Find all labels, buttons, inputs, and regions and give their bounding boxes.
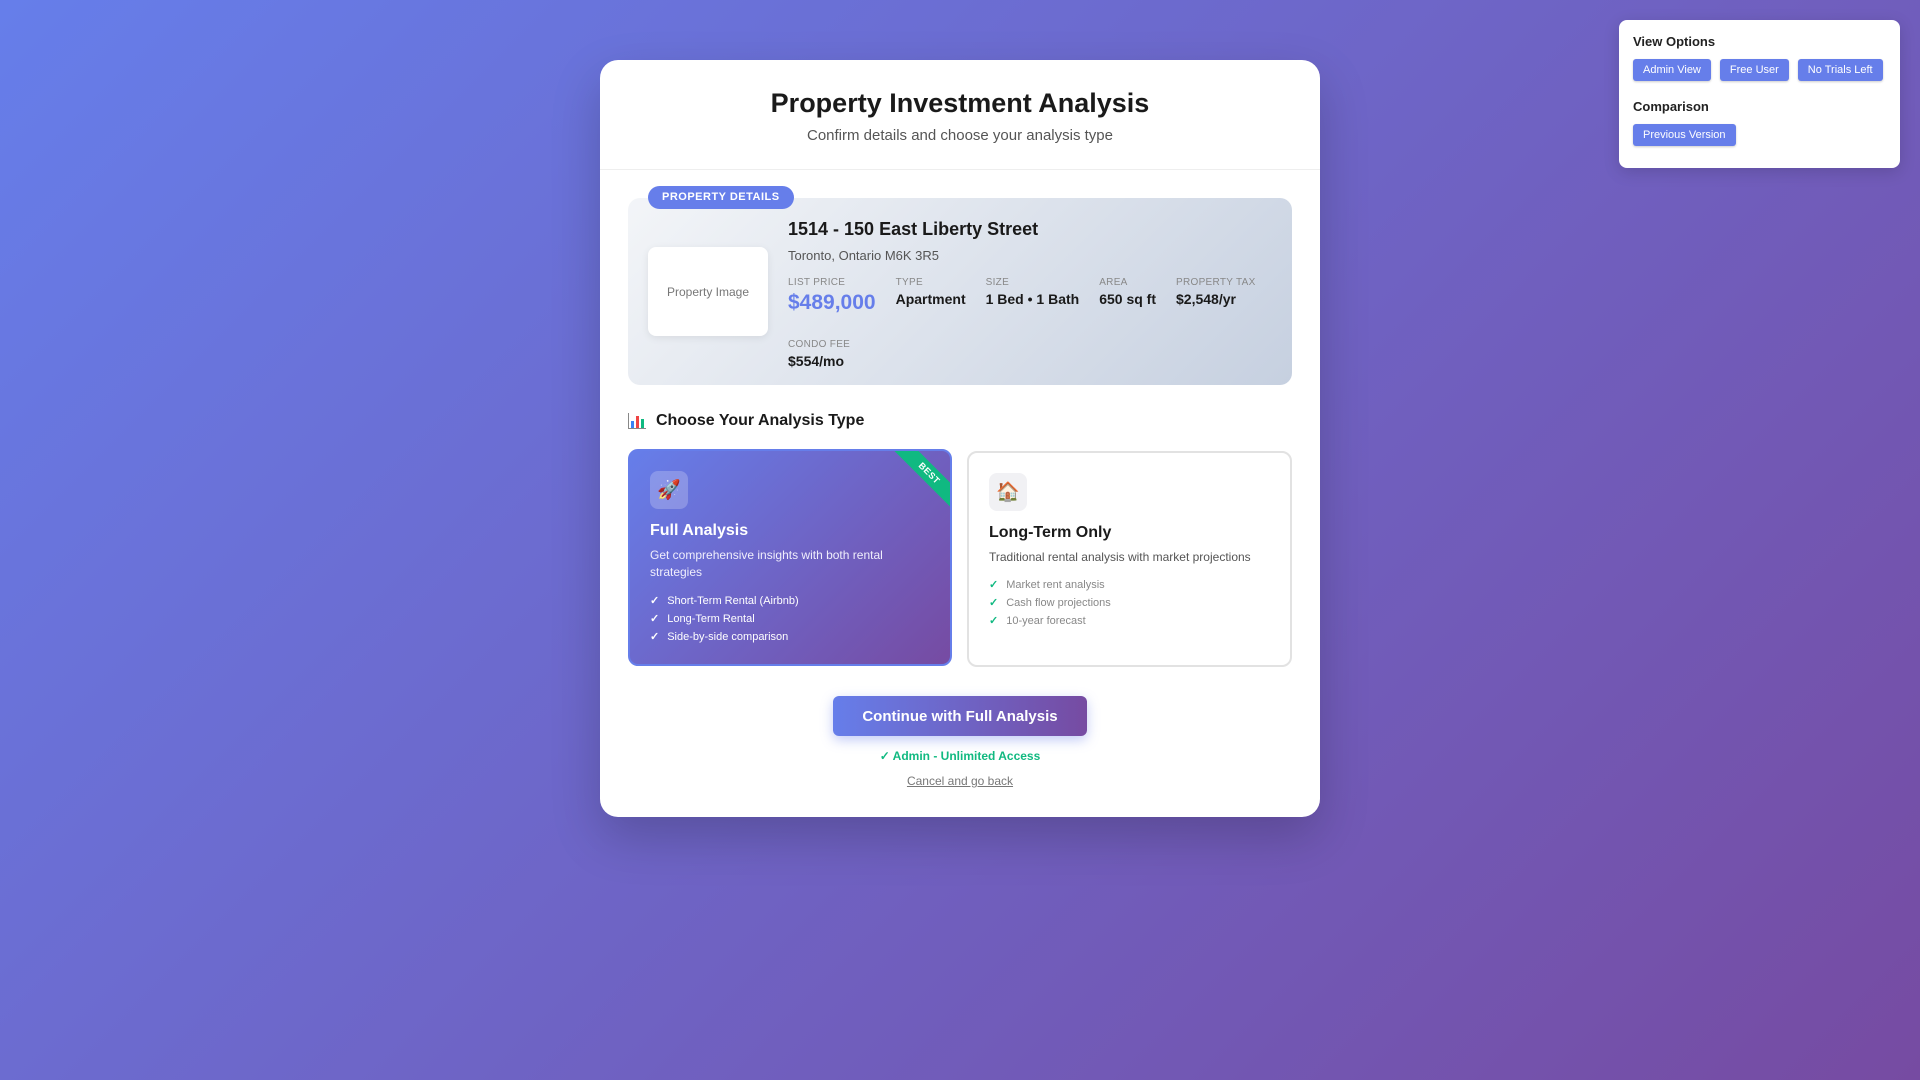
stat-list-price: LIST PRICE $489,000: [788, 277, 876, 315]
card-header: Property Investment Analysis Confirm det…: [600, 60, 1320, 170]
option-description: Get comprehensive insights with both ren…: [650, 548, 883, 579]
page-subtitle: Confirm details and choose your analysis…: [807, 127, 1113, 144]
analysis-type-title: Choose Your Analysis Type: [656, 412, 865, 429]
admin-view-button[interactable]: Admin View: [1633, 59, 1711, 81]
property-info: 1514 - 150 East Liberty Street Toronto, …: [788, 219, 1288, 369]
feature-label: Side-by-side comparison: [667, 631, 789, 643]
check-icon: ✓: [650, 613, 660, 625]
stat-label: AREA: [1099, 277, 1128, 288]
bar-chart-icon: [628, 413, 646, 429]
list-item: ✓ Market rent analysis: [989, 576, 1111, 594]
stat-value: $489,000: [788, 291, 876, 314]
feature-label: Short-Term Rental (Airbnb): [667, 595, 799, 607]
feature-label: Long-Term Rental: [667, 613, 755, 625]
check-icon: ✓: [989, 579, 999, 591]
best-ribbon: BEST: [891, 451, 950, 512]
stat-value: $2,548/yr: [1176, 291, 1236, 307]
option-title: Full Analysis: [650, 522, 749, 539]
stat-label: TYPE: [895, 277, 923, 288]
option-description: Traditional rental analysis with market …: [989, 550, 1251, 564]
stat-size: SIZE 1 Bed • 1 Bath: [986, 277, 1080, 315]
stat-value: 1 Bed • 1 Bath: [985, 291, 1080, 307]
stat-label: LIST PRICE: [788, 277, 846, 288]
feature-label: Cash flow projections: [1006, 597, 1111, 609]
full-analysis-option[interactable]: BEST 🚀 Full Analysis Get comprehensive i…: [628, 449, 952, 666]
long-term-option[interactable]: 🏠 Long-Term Only Traditional rental anal…: [967, 451, 1292, 667]
cancel-link[interactable]: Cancel and go back: [600, 774, 1320, 788]
view-options-panel: View Options Admin View Free User No Tri…: [1619, 20, 1900, 168]
page-title: Property Investment Analysis: [770, 88, 1150, 118]
feature-label: 10-year forecast: [1006, 615, 1086, 627]
property-image-placeholder: Property Image: [648, 247, 768, 336]
property-details-badge: PROPERTY DETAILS: [648, 186, 794, 209]
stat-label: SIZE: [985, 277, 1010, 288]
stat-property-tax: PROPERTY TAX $2,548/yr: [1176, 277, 1256, 315]
stat-label: CONDO FEE: [788, 339, 851, 350]
option-features: ✓ Short-Term Rental (Airbnb) ✓ Long-Term R…: [650, 592, 799, 646]
check-icon: ✓: [650, 595, 660, 607]
free-user-button[interactable]: Free User: [1719, 59, 1789, 81]
stat-value: $554/mo: [788, 353, 845, 369]
stat-condo-fee: CONDO FEE $554/mo: [788, 339, 850, 369]
stat-value: Apartment: [895, 291, 966, 307]
comparison-title: Comparison: [1633, 99, 1709, 114]
list-item: ✓ Short-Term Rental (Airbnb): [650, 592, 799, 610]
property-image-label: Property Image: [666, 284, 750, 299]
check-icon: ✓: [989, 597, 999, 609]
feature-label: Market rent analysis: [1006, 579, 1105, 591]
stat-label: PROPERTY TAX: [1176, 277, 1256, 288]
list-item: ✓ Cash flow projections: [989, 594, 1111, 612]
property-address: 1514 - 150 East Liberty Street: [788, 219, 1039, 239]
access-status: ✓ Admin - Unlimited Access: [879, 749, 1041, 763]
option-features: ✓ Market rent analysis ✓ Cash flow project…: [989, 576, 1111, 630]
view-options-title: View Options: [1633, 34, 1716, 49]
stat-area: AREA 650 sq ft: [1099, 277, 1156, 315]
house-icon: 🏠: [989, 473, 1027, 511]
analysis-card: Property Investment Analysis Confirm det…: [600, 60, 1320, 817]
option-title: Long-Term Only: [989, 524, 1112, 541]
stat-value: 650 sq ft: [1099, 291, 1157, 307]
property-details-panel: PROPERTY DETAILS Property Image 1514 - 1…: [628, 186, 1292, 385]
rocket-icon: 🚀: [650, 471, 688, 509]
previous-version-button[interactable]: Previous Version: [1633, 124, 1736, 146]
list-item: ✓ Long-Term Rental: [650, 610, 799, 628]
stat-type: TYPE Apartment: [896, 277, 966, 315]
list-item: ✓ Side-by-side comparison: [650, 628, 799, 646]
list-item: ✓ 10-year forecast: [989, 612, 1111, 630]
check-icon: ✓: [989, 615, 999, 627]
property-stats: LIST PRICE $489,000 TYPE Apartment SIZE …: [788, 277, 1288, 369]
no-trials-left-button[interactable]: No Trials Left: [1797, 59, 1883, 81]
property-city: Toronto, Ontario M6K 3R5: [788, 248, 940, 263]
continue-button[interactable]: Continue with Full Analysis: [833, 696, 1087, 736]
analysis-type-heading: Choose Your Analysis Type: [628, 412, 864, 430]
check-icon: ✓: [650, 631, 660, 643]
